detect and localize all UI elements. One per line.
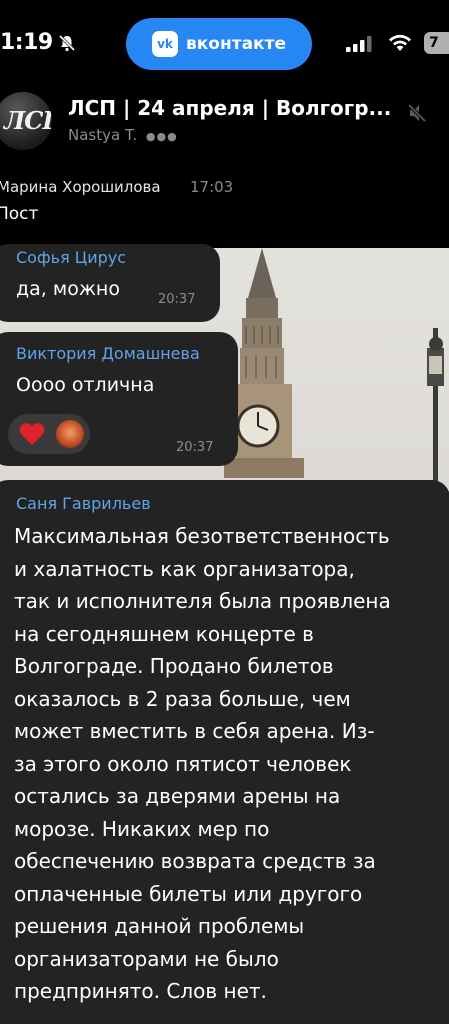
bell-off-icon [58, 34, 76, 52]
chat-header[interactable]: ЛСП ЛСП | 24 апреля | Волгогр... Nastya … [0, 88, 449, 160]
message-author[interactable]: Виктория Домашнева [16, 344, 200, 363]
message-time: 20:37 [158, 292, 196, 307]
mute-icon [407, 103, 427, 123]
vk-logo-icon: vk [152, 31, 179, 57]
message-line: оказалось в 2 раза больше, чем [14, 686, 351, 711]
message-author[interactable]: Саня Гаврильев [16, 494, 151, 513]
pinned-message[interactable]: Марина Хорошилова 17:03 Пост [0, 168, 449, 248]
status-time: 1:19 [0, 30, 53, 55]
pinned-author: Марина Хорошилова [0, 178, 161, 196]
message-line: может вместить в себя арена. Из- [14, 719, 375, 743]
avatar-logo-text: ЛСП [4, 106, 52, 135]
message-line: за этого около пятисот человек [14, 751, 352, 776]
battery-icon: 7 [424, 32, 449, 54]
message-line: на сегодняшнем концерте в [14, 621, 314, 646]
message-line: остались за дверями арены на [14, 784, 341, 808]
chat-subtitle: Nastya T. ●●● [68, 126, 178, 144]
message-text: Оооо отлична [16, 374, 155, 396]
wifi-icon [389, 34, 411, 51]
message-time: 20:37 [176, 440, 214, 455]
chat-title: ЛСП | 24 апреля | Волгогр... [68, 96, 392, 120]
message-line: Максимальная безответственность [14, 524, 390, 548]
message-line: решения данной проблемы [14, 914, 305, 938]
message-line: Волгограде. Продано билетов [14, 654, 334, 678]
message-line: и халатность как организатора, [14, 556, 355, 581]
typing-indicator-icon: ●●● [145, 130, 178, 143]
message-line: оплаченные билеты или другого [14, 881, 363, 906]
message-text: да, можно [16, 278, 120, 300]
reaction-user-avatar [56, 420, 84, 448]
message-bubble[interactable]: Виктория Домашнева Оооо отлична 20:37 [0, 332, 238, 466]
message-line: морозе. Никаких мер по [14, 816, 270, 841]
status-bar: 1:19 vk вконтакте 7 [0, 0, 449, 88]
pinned-text: Пост [0, 204, 39, 224]
message-author[interactable]: Софья Цирус [16, 248, 126, 267]
message-bubble[interactable]: Софья Цирус да, можно 20:37 [0, 244, 220, 322]
vk-pill-label: вконтакте [186, 34, 286, 54]
message-line: так и исполнителя была проявлена [14, 589, 391, 613]
reactions-bar[interactable] [8, 414, 90, 454]
message-line: организаторами не было [14, 946, 279, 971]
vk-app-pill[interactable]: vk вконтакте [126, 18, 312, 70]
pinned-time: 17:03 [190, 178, 234, 196]
message-line: обеспечению возврата средств за [14, 849, 376, 873]
message-line: предпринято. Слов нет. [14, 979, 267, 1003]
message-text-long: Максимальная безответственность и халатн… [14, 520, 449, 1008]
chat-avatar[interactable]: ЛСП [0, 92, 52, 150]
signal-icon [346, 36, 372, 52]
typing-user: Nastya T. [68, 126, 138, 144]
heart-icon [19, 423, 45, 445]
